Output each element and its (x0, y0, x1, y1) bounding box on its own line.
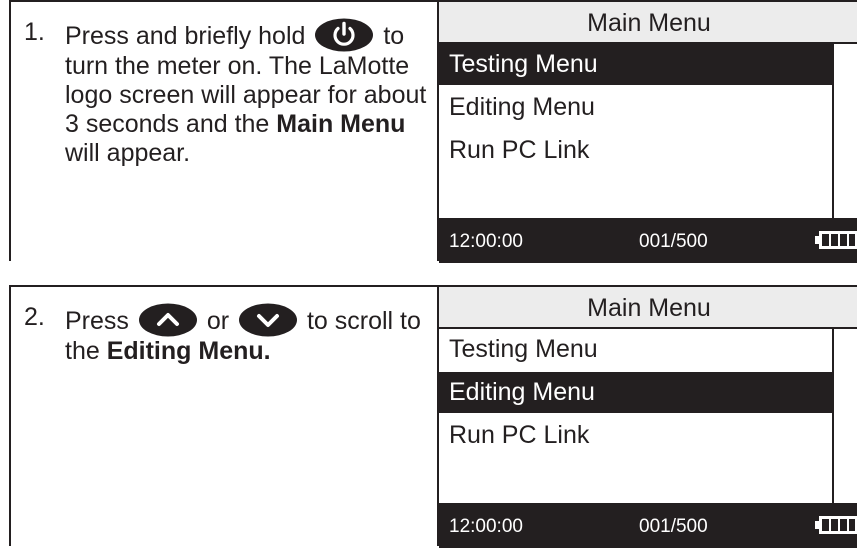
step-number: 2. (24, 303, 45, 331)
step-number: 1. (24, 18, 45, 46)
step-1: 1. Press and briefly hold to turn the me… (9, 0, 857, 263)
scroll-edge (832, 44, 834, 218)
status-bar: 12:00:00 001/500 (439, 503, 857, 548)
status-count: 001/500 (639, 516, 708, 537)
battery-icon (815, 516, 857, 534)
menu-item-editing[interactable]: Editing Menu (439, 372, 834, 413)
up-arrow-icon (138, 303, 197, 337)
step-text: Press and briefly hold to turn the meter… (65, 18, 430, 168)
status-time: 12:00:00 (449, 231, 523, 252)
menu-item-run-pc-link[interactable]: Run PC Link (439, 415, 834, 456)
step-text: Press or to scroll to the Editing Menu. (65, 303, 430, 366)
step-2-instructions: 2. Press or to scroll to the Editing Men… (11, 287, 439, 546)
meter-screen: Main Menu Testing Menu Editing Menu Run … (439, 2, 857, 263)
menu-title: Main Menu (439, 287, 857, 329)
power-icon (315, 18, 374, 52)
down-arrow-icon (239, 303, 297, 337)
menu-item-editing[interactable]: Editing Menu (439, 87, 834, 128)
menu-title: Main Menu (439, 2, 857, 44)
step-2: 2. Press or to scroll to the Editing Men… (9, 285, 857, 548)
step-1-instructions: 1. Press and briefly hold to turn the me… (11, 2, 439, 261)
menu-item-testing[interactable]: Testing Menu (439, 44, 834, 85)
scroll-edge (832, 329, 834, 503)
status-bar: 12:00:00 001/500 (439, 218, 857, 263)
menu-item-testing[interactable]: Testing Menu (439, 329, 834, 370)
meter-screen: Main Menu Testing Menu Editing Menu Run … (439, 287, 857, 548)
status-time: 12:00:00 (449, 516, 523, 537)
status-count: 001/500 (639, 231, 708, 252)
battery-icon (815, 231, 857, 249)
menu-item-run-pc-link[interactable]: Run PC Link (439, 130, 834, 171)
